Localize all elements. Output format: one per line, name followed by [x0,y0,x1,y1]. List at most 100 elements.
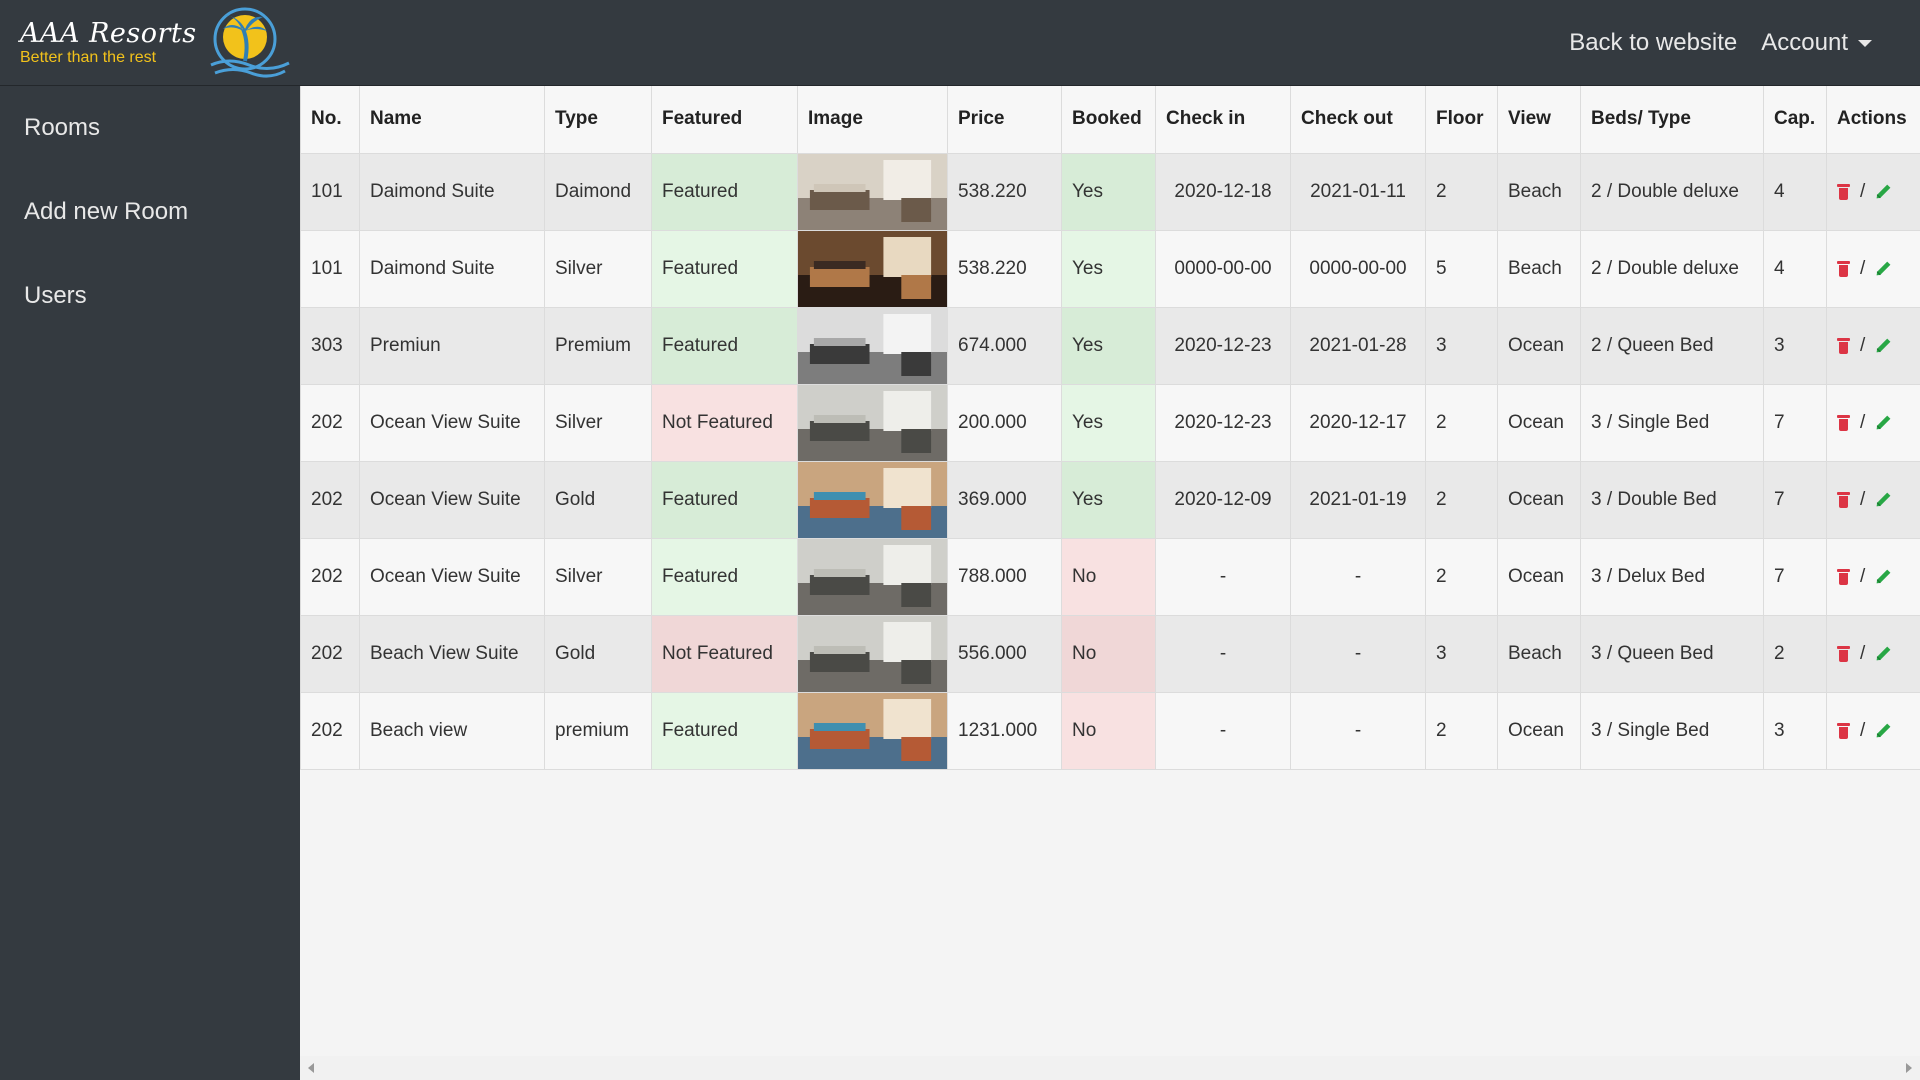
edit-pencil-icon[interactable] [1875,722,1892,739]
action-separator: / [1860,488,1866,510]
cell-type: Premium [544,306,652,385]
delete-trash-icon[interactable] [1837,722,1850,739]
room-photo-living-room [798,308,947,383]
edit-pencil-icon[interactable] [1875,568,1892,585]
room-photo-bathroom [798,539,947,614]
cell-beds-type: 3 / Single Bed [1580,383,1764,462]
action-separator: / [1860,411,1866,433]
cell-check-out: 2020-12-17 [1290,383,1426,462]
scroll-right-arrow-icon[interactable] [1906,1063,1912,1073]
col-header-capacity: Cap. [1763,86,1827,154]
cell-actions: / [1826,383,1920,462]
palm-sun-logo-icon [210,7,290,78]
row-actions: / [1837,412,1910,434]
cell-booked: Yes [1061,229,1156,308]
cell-actions: / [1826,306,1920,385]
cell-actions: / [1826,691,1920,770]
horizontal-scrollbar[interactable] [300,1056,1920,1080]
brand-tagline: Better than the rest [20,49,157,66]
action-separator: / [1860,565,1866,587]
delete-trash-icon[interactable] [1837,260,1850,277]
table-row: 101 Daimond Suite Daimond Featured 538.220 Ye… [300,152,1920,231]
col-header-floor: Floor [1425,86,1498,154]
cell-price: 556.000 [947,614,1062,693]
cell-price: 674.000 [947,306,1062,385]
action-separator: / [1860,719,1866,741]
edit-pencil-icon[interactable] [1875,491,1892,508]
cell-floor: 2 [1425,460,1498,539]
room-photo-bathroom [798,616,947,691]
cell-featured: Featured [651,537,798,616]
back-to-website-link[interactable]: Back to website [1569,29,1737,57]
delete-trash-icon[interactable] [1837,491,1850,508]
col-header-name: Name [359,86,545,154]
cell-no: 202 [300,460,360,539]
cell-image [797,152,948,231]
cell-name: Beach view [359,691,545,770]
row-actions: / [1837,643,1910,665]
delete-trash-icon[interactable] [1837,183,1850,200]
cell-capacity: 4 [1763,229,1827,308]
cell-actions: / [1826,537,1920,616]
cell-beds-type: 3 / Single Bed [1580,691,1764,770]
cell-capacity: 3 [1763,306,1827,385]
cell-beds-type: 2 / Double deluxe [1580,152,1764,231]
room-photo-lounge [798,693,947,768]
cell-booked: Yes [1061,460,1156,539]
edit-pencil-icon[interactable] [1875,645,1892,662]
col-header-featured: Featured [651,86,798,154]
cell-image [797,614,948,693]
col-header-view: View [1497,86,1581,154]
row-actions: / [1837,720,1910,742]
cell-check-out: - [1290,537,1426,616]
room-photo-bedroom-window [798,154,947,229]
table-row: 303 Premiun Premium Featured 674.000 Yes 2020-… [300,306,1920,385]
cell-price: 538.220 [947,229,1062,308]
delete-trash-icon[interactable] [1837,645,1850,662]
scroll-left-arrow-icon[interactable] [308,1063,314,1073]
account-dropdown[interactable]: Account [1761,29,1872,57]
cell-booked: No [1061,691,1156,770]
cell-floor: 2 [1425,537,1498,616]
col-header-beds-type: Beds/ Type [1580,86,1764,154]
edit-pencil-icon[interactable] [1875,260,1892,277]
cell-type: Gold [544,614,652,693]
account-dropdown-label: Account [1761,29,1848,56]
col-header-no: No. [300,86,360,154]
sidebar-item-rooms[interactable]: Rooms [0,86,300,170]
cell-beds-type: 2 / Double deluxe [1580,229,1764,308]
row-actions: / [1837,258,1910,280]
col-header-check-out: Check out [1290,86,1426,154]
delete-trash-icon[interactable] [1837,568,1850,585]
cell-floor: 2 [1425,152,1498,231]
cell-no: 202 [300,691,360,770]
cell-no: 101 [300,152,360,231]
cell-floor: 3 [1425,614,1498,693]
brand-logo-link[interactable]: AAA Resorts Better than the rest [20,4,291,82]
edit-pencil-icon[interactable] [1875,337,1892,354]
col-header-check-in: Check in [1155,86,1291,154]
table-body: 101 Daimond Suite Daimond Featured 538.220 Ye… [300,152,1920,770]
cell-capacity: 2 [1763,614,1827,693]
table-header-row: No. Name Type Featured Image Price Booke… [300,86,1920,154]
table-row: 202 Ocean View Suite Silver Not Featured 200… [300,383,1920,462]
cell-featured: Featured [651,229,798,308]
sidebar-item-add-new-room[interactable]: Add new Room [0,170,300,254]
col-header-booked: Booked [1061,86,1156,154]
cell-beds-type: 3 / Delux Bed [1580,537,1764,616]
cell-name: Premiun [359,306,545,385]
cell-no: 202 [300,614,360,693]
edit-pencil-icon[interactable] [1875,183,1892,200]
action-separator: / [1860,334,1866,356]
table-row: 202 Beach view premium Featured 1231.000 No - -… [300,691,1920,770]
cell-check-in: 2020-12-18 [1155,152,1291,231]
cell-name: Beach View Suite [359,614,545,693]
delete-trash-icon[interactable] [1837,337,1850,354]
cell-check-in: 2020-12-23 [1155,383,1291,462]
cell-name: Daimond Suite [359,152,545,231]
edit-pencil-icon[interactable] [1875,414,1892,431]
sidebar-item-users[interactable]: Users [0,254,300,338]
action-separator: / [1860,642,1866,664]
delete-trash-icon[interactable] [1837,414,1850,431]
cell-price: 538.220 [947,152,1062,231]
